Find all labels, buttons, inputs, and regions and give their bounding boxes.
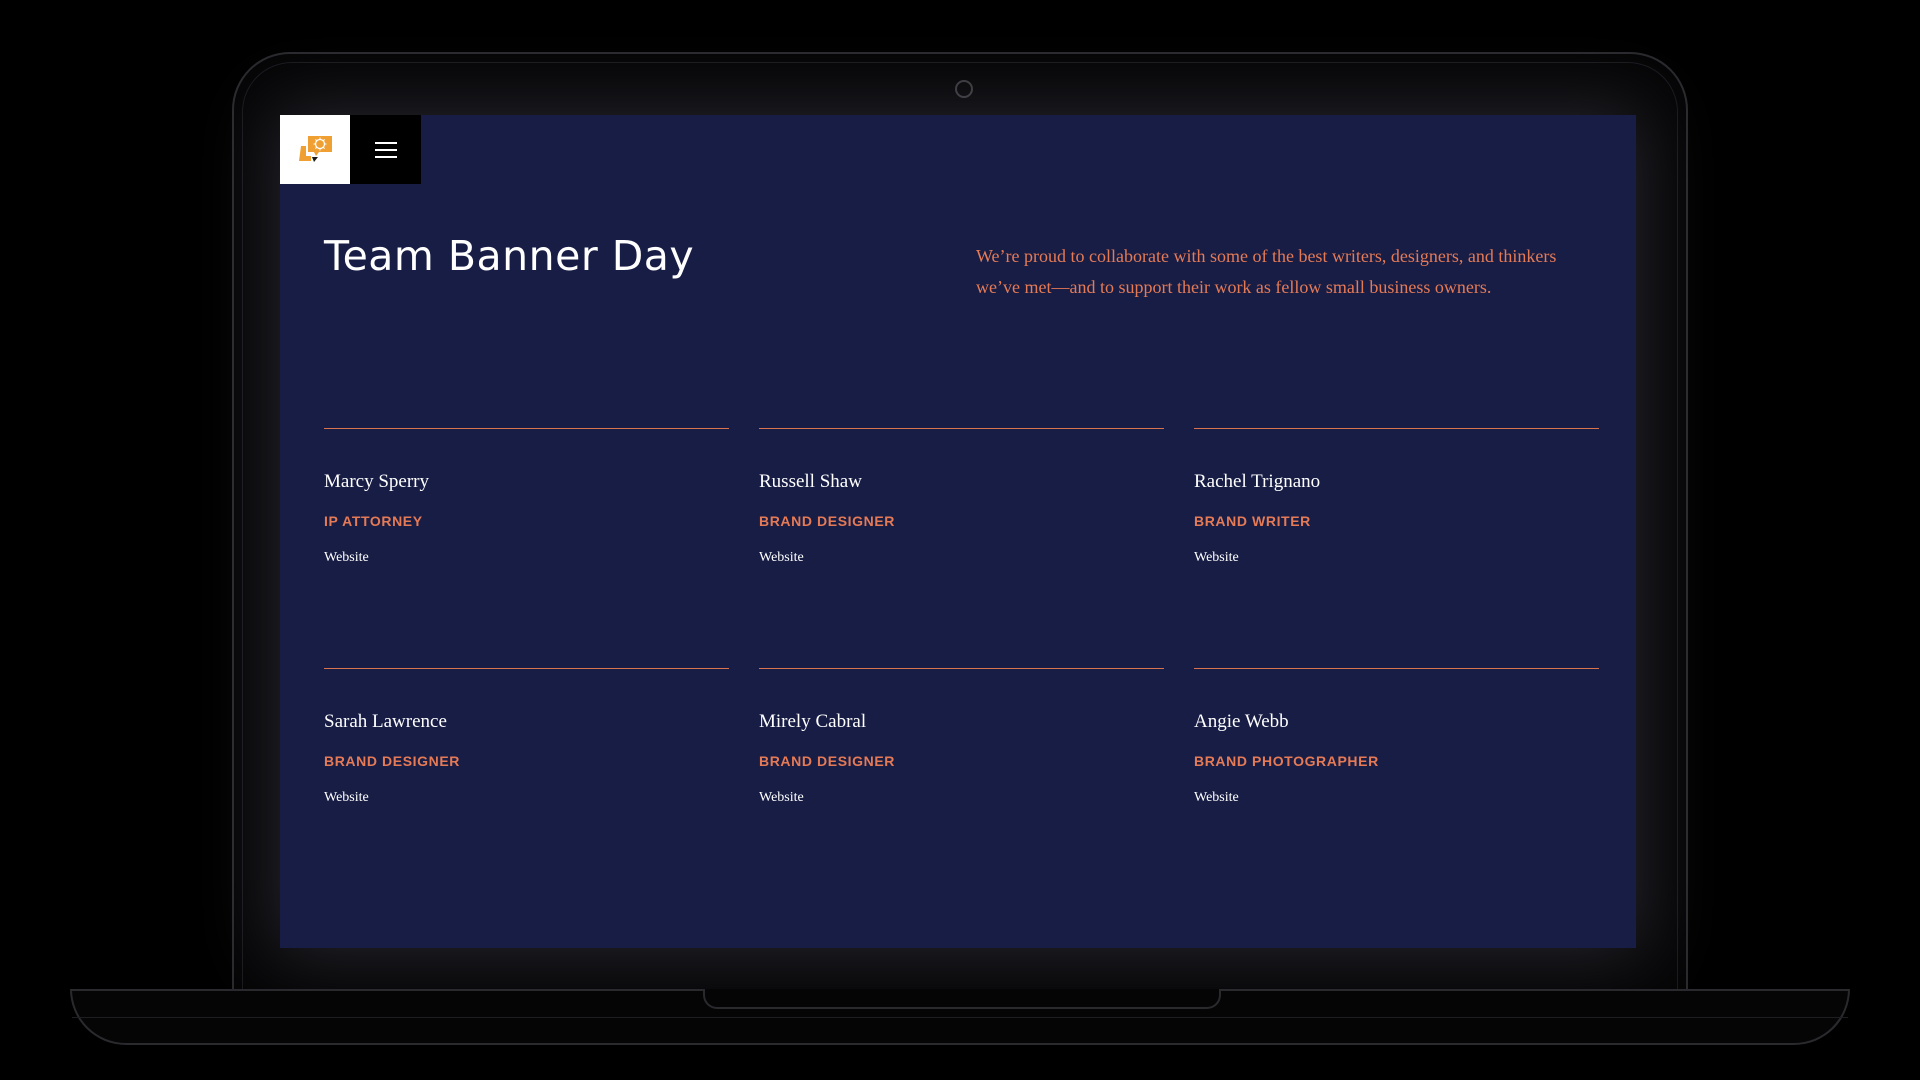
logo-link[interactable] [280, 115, 350, 184]
trackpad-notch [703, 989, 1221, 1009]
team-member-card: Sarah Lawrence BRAND DESIGNER Website [324, 668, 729, 908]
member-website-link[interactable]: Website [1194, 790, 1239, 806]
member-role: BRAND DESIGNER [759, 513, 895, 529]
member-name: Rachel Trignano [1194, 471, 1321, 492]
camera-icon [955, 80, 973, 98]
laptop-base [70, 989, 1850, 1045]
team-member-card: Marcy Sperry IP ATTORNEY Website [324, 428, 729, 668]
member-role: BRAND DESIGNER [324, 753, 460, 769]
member-website-link[interactable]: Website [324, 790, 369, 806]
member-website-link[interactable]: Website [759, 550, 804, 566]
member-name: Mirely Cabral [759, 711, 867, 732]
team-member-card: Angie Webb BRAND PHOTOGRAPHER Website [1194, 668, 1599, 908]
base-edge [72, 1017, 1848, 1018]
member-role: BRAND PHOTOGRAPHER [1194, 753, 1379, 769]
banner-day-logo-icon [299, 135, 332, 162]
website-screen: Team Banner Day We’re proud to collabora… [280, 115, 1636, 948]
member-name: Russell Shaw [759, 471, 862, 492]
team-member-card: Rachel Trignano BRAND WRITER Website [1194, 428, 1599, 668]
member-website-link[interactable]: Website [1194, 550, 1239, 566]
member-role: BRAND WRITER [1194, 513, 1311, 529]
member-name: Marcy Sperry [324, 471, 429, 492]
hamburger-menu-icon [374, 141, 397, 158]
intro-text: We’re proud to collaborate with some of … [976, 246, 1557, 297]
member-name: Sarah Lawrence [324, 711, 447, 732]
member-role: IP ATTORNEY [324, 513, 423, 529]
member-role: BRAND DESIGNER [759, 753, 895, 769]
menu-button[interactable] [350, 115, 421, 184]
member-website-link[interactable]: Website [324, 550, 369, 566]
team-grid: Marcy Sperry IP ATTORNEY Website Russell… [324, 428, 1599, 908]
member-name: Angie Webb [1194, 711, 1289, 732]
member-website-link[interactable]: Website [759, 790, 804, 806]
team-member-card: Mirely Cabral BRAND DESIGNER Website [759, 668, 1164, 908]
device-mockup: Team Banner Day We’re proud to collabora… [0, 0, 1920, 1080]
team-member-card: Russell Shaw BRAND DESIGNER Website [759, 428, 1164, 668]
page-title: Team Banner Day [324, 232, 695, 280]
